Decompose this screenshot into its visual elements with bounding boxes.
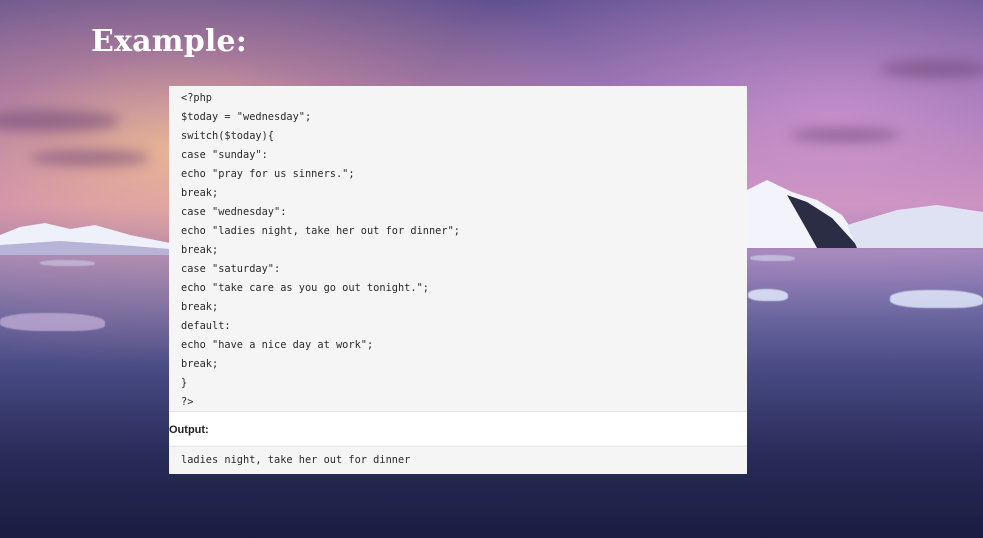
code-line: ?> bbox=[181, 396, 194, 408]
mountain-right bbox=[747, 180, 983, 248]
code-line: case "saturday": bbox=[181, 263, 281, 275]
output-header: Output: bbox=[169, 412, 747, 445]
cloud bbox=[790, 128, 900, 142]
code-line: $today = "wednesday"; bbox=[181, 111, 312, 123]
code-line: case "wednesday": bbox=[181, 206, 287, 218]
cloud bbox=[880, 60, 983, 78]
code-line: switch($today){ bbox=[181, 130, 274, 142]
code-line: } bbox=[181, 377, 188, 389]
code-line: break; bbox=[181, 301, 219, 313]
code-line: echo "pray for us sinners."; bbox=[181, 168, 355, 180]
code-line: <?php bbox=[181, 92, 212, 104]
code-example-panel: <?php $today = "wednesday"; switch($toda… bbox=[169, 86, 747, 474]
code-line: break; bbox=[181, 187, 219, 199]
code-line: break; bbox=[181, 358, 219, 370]
ice-floe bbox=[0, 313, 105, 331]
slide-title: Example: bbox=[91, 24, 248, 59]
output-text: ladies night, take her out for dinner bbox=[181, 454, 411, 466]
output-label: Output: bbox=[169, 424, 209, 436]
output-block: ladies night, take her out for dinner bbox=[169, 446, 747, 474]
code-line: echo "take care as you go out tonight."; bbox=[181, 282, 429, 294]
code-block: <?php $today = "wednesday"; switch($toda… bbox=[169, 86, 747, 412]
code-line: break; bbox=[181, 244, 219, 256]
code-line: default: bbox=[181, 320, 231, 332]
ice-floe bbox=[40, 260, 95, 266]
cloud bbox=[30, 150, 150, 166]
ice-floe bbox=[890, 290, 983, 308]
code-line: echo "ladies night, take her out for din… bbox=[181, 225, 460, 237]
ice-floe bbox=[748, 289, 788, 301]
code-line: echo "have a nice day at work"; bbox=[181, 339, 374, 351]
cloud bbox=[0, 110, 120, 132]
code-line: case "sunday": bbox=[181, 149, 268, 161]
mountain-left bbox=[0, 223, 170, 255]
ice-floe bbox=[750, 255, 795, 261]
